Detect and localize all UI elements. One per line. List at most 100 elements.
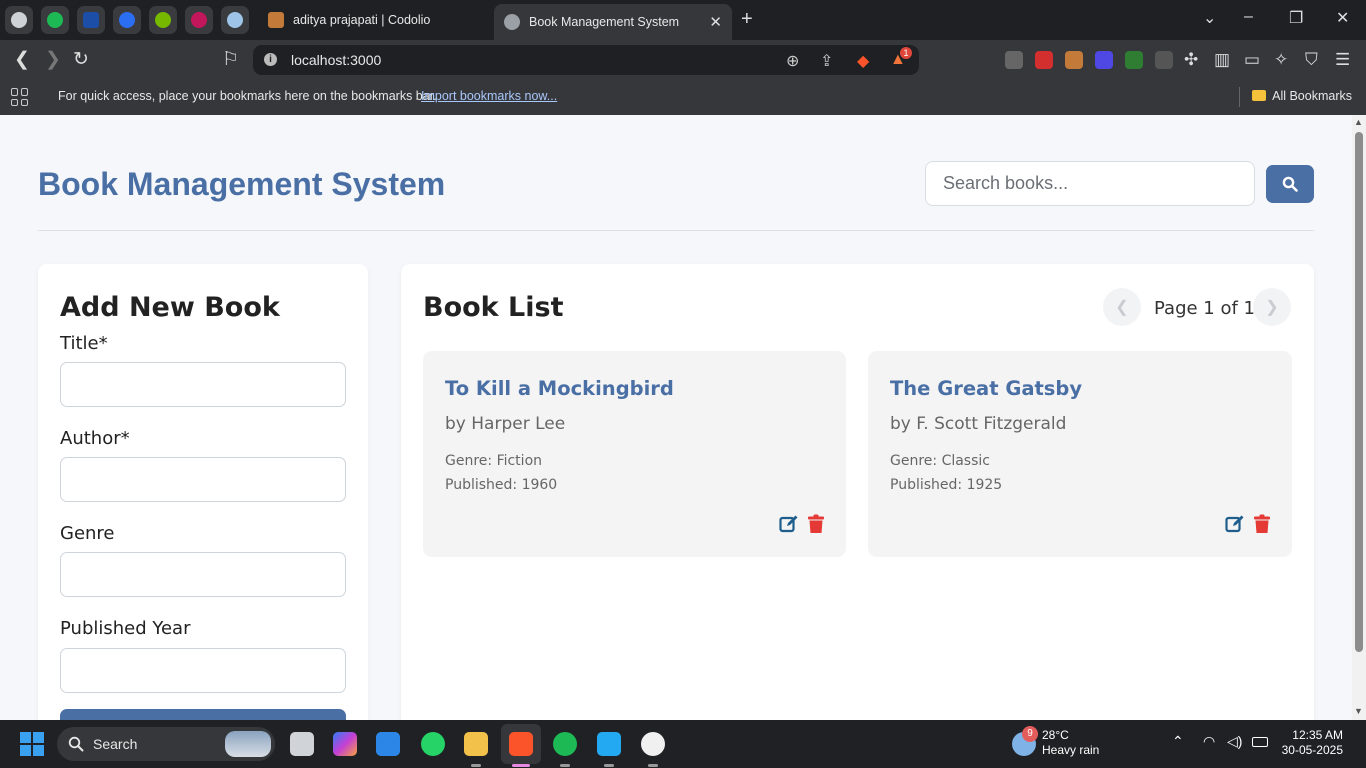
published-year-label: Published Year (60, 618, 191, 639)
browser-tab-bar: aditya prajapati | Codolio Book Manageme… (0, 0, 1366, 40)
sidebar-icon[interactable]: ▥ (1214, 50, 1230, 70)
reload-button[interactable]: ↻ (73, 50, 89, 70)
tab-codolio[interactable]: aditya prajapati | Codolio (258, 4, 494, 36)
clock-date: 30-05-2025 (1281, 743, 1343, 757)
pinned-tab[interactable] (77, 6, 105, 34)
spotify-icon[interactable] (553, 732, 577, 756)
pinned-tab[interactable] (221, 6, 249, 34)
wifi-icon[interactable]: ◠ (1203, 733, 1215, 750)
extension-icon[interactable] (1155, 51, 1173, 69)
address-bar[interactable]: i localhost:3000 ⊕ ⇪ ◆ ▲ 1 (253, 45, 919, 75)
system-clock[interactable]: 12:35 AM 30-05-2025 (1282, 728, 1343, 758)
brave-shield-icon[interactable]: ◆ (857, 51, 869, 71)
page-scrollbar[interactable]: ▲ ▼ (1352, 115, 1366, 720)
chevron-up-icon[interactable]: ⌃ (1172, 733, 1184, 750)
book-card: The Great Gatsby by F. Scott Fitzgerald … (868, 351, 1292, 557)
extension-icon[interactable] (1095, 51, 1113, 69)
leo-ai-icon[interactable]: ✧ (1274, 50, 1288, 70)
circle-app-icon (191, 12, 207, 28)
edit-icon[interactable] (1225, 514, 1245, 534)
task-view-icon[interactable] (290, 732, 314, 756)
github-icon[interactable] (641, 732, 665, 756)
search-icon (68, 736, 84, 752)
import-bookmarks-link[interactable]: Import bookmarks now... (421, 89, 557, 103)
vpn-icon[interactable]: ⛉ (1305, 50, 1318, 70)
restore-button[interactable]: ❐ (1289, 8, 1303, 28)
author-label: Author* (60, 428, 130, 449)
add-book-button[interactable] (60, 709, 346, 720)
bookmarks-message: For quick access, place your bookmarks h… (58, 89, 437, 103)
running-indicator (648, 764, 658, 767)
close-icon[interactable]: ✕ (709, 13, 722, 31)
book-author: by Harper Lee (445, 414, 566, 434)
scroll-down-icon[interactable]: ▼ (1354, 706, 1363, 716)
vscode-icon[interactable] (597, 732, 621, 756)
pinned-tab[interactable] (149, 6, 177, 34)
genre-field[interactable] (60, 552, 346, 597)
zoom-icon[interactable]: ⊕ (786, 51, 799, 71)
url-text: localhost:3000 (291, 52, 382, 68)
prev-page-button[interactable]: ❮ (1103, 288, 1141, 326)
chevron-right-icon: ❯ (1265, 299, 1279, 316)
taskbar-search-label: Search (93, 736, 138, 752)
wallet-icon[interactable]: ▭ (1244, 50, 1260, 70)
apps-grid-icon[interactable] (11, 88, 29, 106)
author-field[interactable] (60, 457, 346, 502)
new-tab-button[interactable]: + (741, 8, 753, 31)
delete-icon[interactable] (1252, 514, 1272, 534)
share-icon[interactable]: ⇪ (820, 51, 833, 71)
scroll-up-icon[interactable]: ▲ (1354, 117, 1363, 127)
book-genre: Genre: Classic (890, 453, 990, 469)
minimize-button[interactable]: – (1244, 8, 1253, 26)
taskbar-search[interactable]: Search (57, 727, 275, 761)
scrollbar-thumb[interactable] (1355, 132, 1363, 652)
search-input[interactable] (925, 161, 1255, 206)
puzzle-icon[interactable]: ✣ (1184, 50, 1198, 70)
title-field[interactable] (60, 362, 346, 407)
windows-start-icon[interactable] (20, 732, 44, 756)
codolio-favicon-icon (268, 12, 284, 28)
search-icon (1282, 176, 1298, 192)
book-title: To Kill a Mockingbird (445, 377, 674, 400)
app-icon (119, 12, 135, 28)
globe-icon (504, 14, 520, 30)
delete-icon[interactable] (806, 514, 826, 534)
forward-button[interactable]: ❯ (45, 50, 61, 70)
weather-widget[interactable]: 28°C Heavy rain (1042, 728, 1099, 758)
whatsapp-icon[interactable] (421, 732, 445, 756)
pinned-tab[interactable] (185, 6, 213, 34)
book-published: Published: 1960 (445, 477, 558, 493)
extension-icon[interactable] (1035, 51, 1053, 69)
edit-icon[interactable] (779, 514, 799, 534)
pinned-tab[interactable] (113, 6, 141, 34)
next-page-button[interactable]: ❯ (1253, 288, 1291, 326)
published-year-field[interactable] (60, 648, 346, 693)
tab-book-management[interactable]: Book Management System ✕ (494, 4, 732, 40)
site-info-icon[interactable]: i (264, 53, 277, 66)
battery-icon[interactable] (1252, 737, 1268, 747)
pinned-tab[interactable] (5, 6, 33, 34)
microsoft-store-icon[interactable] (376, 732, 400, 756)
search-button[interactable] (1266, 165, 1314, 203)
page-title: Book Management System (38, 166, 446, 202)
bookmark-icon[interactable]: ⚐ (222, 50, 239, 70)
back-button[interactable]: ❮ (14, 50, 30, 70)
windows-taskbar: Search 9 28°C Heavy rain ⌃ ◠ ◁) 12:35 AM… (0, 720, 1366, 768)
rewards-badge: 1 (900, 47, 912, 59)
extension-icon[interactable] (1005, 51, 1023, 69)
pinned-tab[interactable] (41, 6, 69, 34)
extension-icon[interactable] (1125, 51, 1143, 69)
chevron-left-icon: ❮ (1115, 299, 1129, 316)
file-explorer-icon[interactable] (464, 732, 488, 756)
chevron-down-icon[interactable]: ⌄ (1203, 8, 1216, 28)
menu-icon[interactable]: ☰ (1335, 50, 1350, 70)
folder-icon (1252, 90, 1267, 101)
extension-icon[interactable] (1065, 51, 1083, 69)
book-genre: Genre: Fiction (445, 453, 543, 469)
close-window-button[interactable]: ✕ (1336, 8, 1349, 28)
all-bookmarks-button[interactable]: All Bookmarks (1252, 89, 1352, 103)
volume-icon[interactable]: ◁) (1227, 733, 1242, 750)
copilot-icon[interactable] (333, 732, 357, 756)
brave-browser-icon[interactable] (509, 732, 533, 756)
eye-icon (227, 12, 243, 28)
